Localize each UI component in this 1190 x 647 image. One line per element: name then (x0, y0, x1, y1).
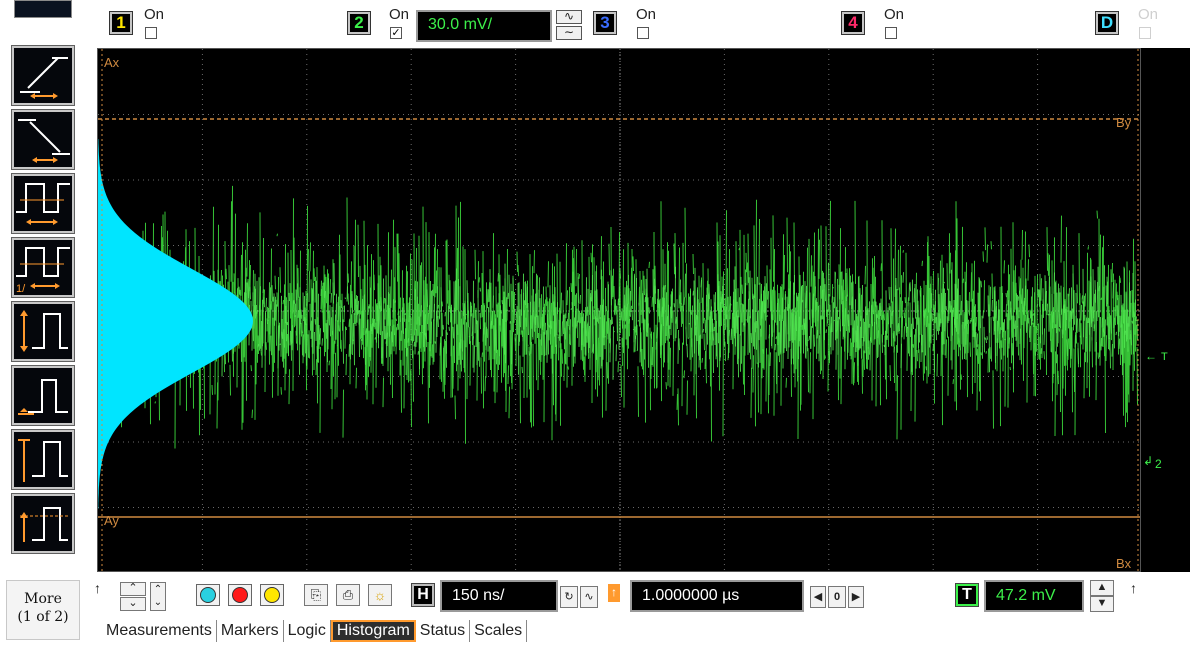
tab-status[interactable]: Status (416, 620, 471, 642)
yellow-color-button[interactable] (260, 584, 284, 606)
tab-logic[interactable]: Logic (284, 620, 331, 642)
tab-measurements[interactable]: Measurements (102, 620, 217, 642)
digital-channel-button[interactable]: D (1095, 11, 1119, 35)
minimum-button[interactable] (11, 365, 75, 426)
delay-zero-label: 0 (833, 591, 841, 603)
marker-bx-label: Bx (1116, 556, 1132, 571)
channel-2-on-checkbox[interactable]: ✓ (390, 27, 402, 39)
marker-strip: ← T ↲ 2 (1141, 48, 1190, 572)
digital-on-checkbox[interactable] (1139, 27, 1151, 39)
channel-1-on-checkbox[interactable] (145, 27, 157, 39)
tab-scales[interactable]: Scales (470, 620, 528, 642)
channel-3-on-checkbox[interactable] (637, 27, 649, 39)
zoom-down-button[interactable]: ⌄ (120, 597, 146, 611)
more-page-label: (1 of 2) (17, 609, 69, 625)
expand-button[interactable]: ⌃ ⌄ (150, 582, 166, 611)
peak-to-peak-button[interactable] (11, 301, 75, 362)
channel-2-on-label: On (389, 6, 410, 23)
channel-bar: 1 On 2 On ✓ 30.0 mV/ ∿ ∼ 3 On 4 On D On (86, 0, 1190, 48)
trigger-position-icon[interactable]: ↑ (608, 584, 620, 602)
ac-coupling-button[interactable]: ∿ (556, 10, 582, 24)
peak-to-peak-icon (20, 310, 68, 352)
channel-4-label: 4 (848, 13, 858, 32)
measurement-toolbar: 1/ More (1 of 2) (0, 0, 86, 647)
channel-2-ground-marker[interactable]: ↲ 2 (1143, 454, 1162, 471)
svg-text:↲: ↲ (1143, 454, 1153, 468)
tab-histogram[interactable]: Histogram (330, 620, 416, 642)
up-arrow-icon[interactable]: ↑ (94, 580, 101, 596)
channel-4-on-checkbox[interactable] (885, 27, 897, 39)
marker-by-label: By (1116, 115, 1132, 130)
svg-text:1/: 1/ (16, 283, 26, 295)
minimum-icon (18, 379, 68, 415)
tab-markers[interactable]: Markers (217, 620, 284, 642)
rise-time-button[interactable] (11, 45, 75, 106)
period-icon (16, 183, 70, 225)
channel-3-button[interactable]: 3 (593, 11, 617, 35)
channel-1-on-label: On (144, 6, 165, 23)
marker-ax-label: Ax (104, 55, 120, 70)
dc-coupling-button[interactable]: ∼ (556, 26, 582, 40)
channel-4-on-label: On (884, 6, 905, 23)
horizontal-scale-readout[interactable]: 150 ns/ (440, 580, 558, 612)
digital-on-label: On (1138, 6, 1159, 23)
waveform-mode-button[interactable]: ∿ (580, 586, 598, 608)
trigger-level-marker[interactable]: ← T (1145, 349, 1168, 363)
amplitude-icon (20, 507, 68, 542)
trigger-button[interactable]: T (955, 583, 979, 607)
frequency-icon: 1/ (16, 247, 70, 295)
trigger-level-down-button[interactable]: ▼ (1090, 596, 1114, 612)
zoom-up-button[interactable]: ⌃ (120, 582, 146, 596)
delay-zero-button[interactable]: 0 (828, 586, 846, 608)
ground-marker-label: 2 (1155, 457, 1162, 471)
print-button[interactable]: ⎙ (336, 584, 360, 606)
save-screen-button[interactable]: ⎘ (304, 584, 328, 606)
trigger-label: T (962, 586, 972, 603)
channel-1-label: 1 (116, 13, 126, 32)
horizontal-label: H (417, 586, 429, 603)
channel-4-button[interactable]: 4 (841, 11, 865, 35)
period-button[interactable] (11, 173, 75, 234)
fall-time-button[interactable] (11, 109, 75, 170)
trigger-level-readout[interactable]: 47.2 mV (984, 580, 1084, 612)
frequency-button[interactable]: 1/ (11, 237, 75, 298)
channel-3-label: 3 (600, 13, 610, 32)
marker-ay-label: Ay (104, 513, 119, 528)
digital-channel-label: D (1100, 13, 1114, 32)
maximum-button[interactable] (11, 429, 75, 490)
red-color-button[interactable] (228, 584, 252, 606)
fall-time-icon (18, 119, 70, 163)
horizontal-delay-readout[interactable]: 1.0000000 µs (630, 580, 804, 612)
delay-right-button[interactable]: ▶ (848, 586, 864, 608)
histogram-plot (98, 139, 253, 509)
waveform-canvas: Ax By Ay Bx (98, 49, 1140, 571)
cyan-color-button[interactable] (196, 584, 220, 606)
horizontal-button[interactable]: H (411, 583, 435, 607)
waveform-display[interactable]: Ax By Ay Bx (97, 48, 1141, 572)
trigger-level-up-button[interactable]: ▲ (1090, 580, 1114, 596)
toolbar-top-button[interactable] (14, 0, 72, 18)
rise-time-icon (20, 57, 68, 99)
trigger-marker-label: T (1161, 351, 1168, 363)
channel-3-on-label: On (636, 6, 657, 23)
brightness-icon[interactable]: ☼ (368, 584, 392, 606)
tab-bar: Measurements Markers Logic Histogram Sta… (102, 620, 528, 644)
amplitude-button[interactable] (11, 493, 75, 554)
channel-2-button[interactable]: 2 (347, 11, 371, 35)
channel-2-scale-readout[interactable]: 30.0 mV/ (416, 10, 552, 42)
channel-2-label: 2 (354, 13, 364, 32)
more-button[interactable]: More (1 of 2) (6, 580, 80, 640)
maximum-icon (18, 439, 68, 482)
svg-text:←: ← (1145, 349, 1157, 363)
channel-1-button[interactable]: 1 (109, 11, 133, 35)
delay-left-button[interactable]: ◀ (810, 586, 826, 608)
trigger-slope-icon[interactable]: ↑ (1130, 580, 1137, 596)
fine-adjust-button[interactable]: ↻ (560, 586, 578, 608)
bottom-control-bar: ↑ ⌃ ⌄ ⌃ ⌄ ⎘ ⎙ ☼ H 150 ns/ ↻ ∿ ↑ 1.0000000… (86, 572, 1190, 647)
more-label: More (24, 591, 62, 607)
